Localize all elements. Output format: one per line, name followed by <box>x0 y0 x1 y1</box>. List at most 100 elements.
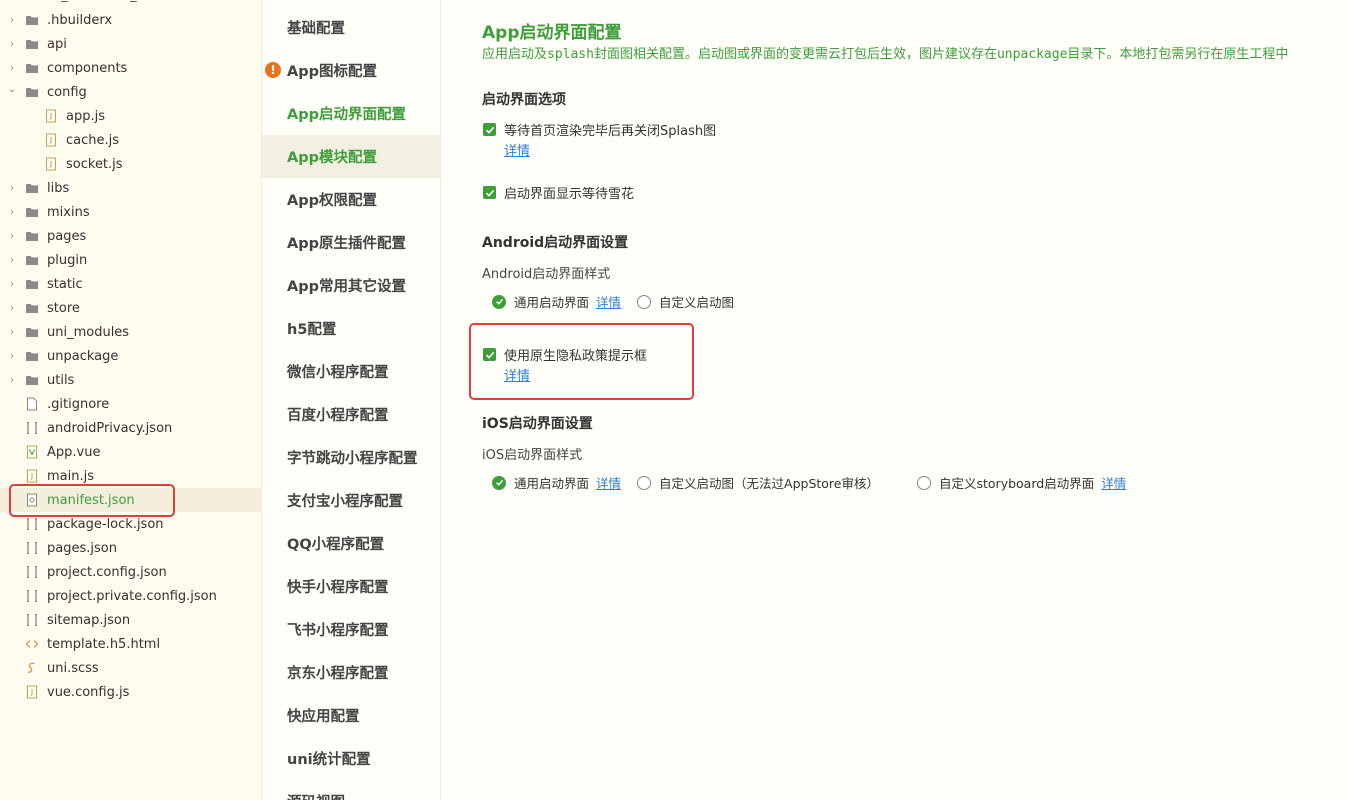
privacy-details-link[interactable]: 详情 <box>504 365 530 384</box>
nav-item[interactable]: 基础配置 <box>262 6 440 49</box>
nav-item[interactable]: 快手小程序配置 <box>262 565 440 608</box>
tree-folder[interactable]: › .hbuilderx <box>0 8 261 32</box>
chevron-right-icon[interactable]: › <box>7 327 17 338</box>
android-general-details-link[interactable]: 详情 <box>596 292 621 311</box>
chevron-right-icon[interactable]: › <box>7 303 17 314</box>
tree-item-name: static <box>47 276 83 292</box>
folder-icon <box>25 373 39 387</box>
tree-folder[interactable]: › mixins <box>0 200 261 224</box>
tree-folder[interactable]: › plugin <box>0 248 261 272</box>
nav-item[interactable]: ! App图标配置 <box>262 49 440 92</box>
tree-file[interactable]: sitemap.json <box>0 608 261 632</box>
tree-folder[interactable]: › unpackage <box>0 344 261 368</box>
chevron-right-icon[interactable]: › <box>7 375 17 386</box>
android-option-custom-label[interactable]: 自定义启动图 <box>659 292 734 311</box>
nav-item-label: 基础配置 <box>287 21 345 37</box>
tree-file[interactable]: cache.js <box>0 128 261 152</box>
folder-icon <box>25 253 39 267</box>
chevron-right-icon[interactable]: › <box>7 207 17 218</box>
nav-item-label: 京东小程序配置 <box>287 666 389 682</box>
ios-option-storyboard-label[interactable]: 自定义storyboard启动界面 <box>939 473 1094 492</box>
radio-selected-icon[interactable] <box>492 475 506 490</box>
nav-item[interactable]: h5配置 <box>262 307 440 350</box>
tree-item-name: project.private.config.json <box>47 588 217 604</box>
checkbox-checked-icon[interactable] <box>483 186 496 199</box>
nav-item[interactable]: uni统计配置 <box>262 737 440 780</box>
tree-folder[interactable]: › api <box>0 32 261 56</box>
project-root-label[interactable]: crmeb_merchant_h5 <box>0 0 261 4</box>
tree-item-name: socket.js <box>66 156 123 172</box>
json-file-icon <box>25 589 39 603</box>
radio-unselected-icon[interactable] <box>637 294 652 309</box>
chevron-right-icon[interactable]: › <box>7 183 17 194</box>
tree-folder[interactable]: › uni_modules <box>0 320 261 344</box>
tree-folder[interactable]: › components <box>0 56 261 80</box>
privacy-checkbox-row[interactable]: 使用原生隐私政策提示框 <box>483 345 647 364</box>
ios-option-custom-label[interactable]: 自定义启动图（无法过AppStore审核） <box>659 473 879 492</box>
radio-selected-icon[interactable] <box>492 294 506 309</box>
nav-item[interactable]: 支付宝小程序配置 <box>262 479 440 522</box>
privacy-label: 使用原生隐私政策提示框 <box>504 349 648 364</box>
tree-file[interactable]: App.vue <box>0 440 261 464</box>
tree-item-name: unpackage <box>47 348 119 364</box>
tree-file[interactable]: app.js <box>0 104 261 128</box>
nav-item[interactable]: App启动界面配置 <box>262 92 440 135</box>
tree-folder[interactable]: › utils <box>0 368 261 392</box>
chevron-right-icon[interactable]: › <box>7 15 17 26</box>
nav-item[interactable]: App原生插件配置 <box>262 221 440 264</box>
tree-file[interactable]: androidPrivacy.json <box>0 416 261 440</box>
tree-folder[interactable]: › static <box>0 272 261 296</box>
tree-file[interactable]: template.h5.html <box>0 632 261 656</box>
wait-render-checkbox-row[interactable]: 等待首页渲染完毕后再关闭Splash图 <box>483 120 716 139</box>
tree-item-name: api <box>47 36 67 52</box>
nav-item[interactable]: 百度小程序配置 <box>262 393 440 436</box>
nav-item[interactable]: 微信小程序配置 <box>262 350 440 393</box>
nav-item[interactable]: 飞书小程序配置 <box>262 608 440 651</box>
chevron-right-icon[interactable]: › <box>7 255 17 266</box>
json-file-icon <box>25 421 39 435</box>
chevron-down-icon[interactable]: ⌄ <box>7 84 17 95</box>
wait-render-details-link[interactable]: 详情 <box>504 140 530 159</box>
tree-item-name: package-lock.json <box>47 516 164 532</box>
radio-unselected-icon[interactable] <box>637 475 652 490</box>
nav-item[interactable]: App模块配置 <box>262 135 440 178</box>
nav-item-label: 百度小程序配置 <box>287 408 389 424</box>
tree-item-name: pages <box>47 228 87 244</box>
chevron-right-icon[interactable]: › <box>7 279 17 290</box>
tree-file[interactable]: pages.json <box>0 536 261 560</box>
tree-file[interactable]: uni.scss <box>0 656 261 680</box>
radio-unselected-icon[interactable] <box>917 475 931 490</box>
nav-item-label: uni统计配置 <box>287 752 371 768</box>
tree-folder[interactable]: › store <box>0 296 261 320</box>
tree-file[interactable]: vue.config.js <box>0 680 261 704</box>
tree-folder[interactable]: › libs <box>0 176 261 200</box>
nav-item[interactable]: QQ小程序配置 <box>262 522 440 565</box>
nav-item[interactable]: 京东小程序配置 <box>262 651 440 694</box>
tree-file[interactable]: .gitignore <box>0 392 261 416</box>
tree-folder[interactable]: ⌄ config <box>0 80 261 104</box>
tree-file[interactable]: project.config.json <box>0 560 261 584</box>
chevron-right-icon[interactable]: › <box>7 63 17 74</box>
nav-item[interactable]: 源码视图 <box>262 780 440 800</box>
chevron-right-icon[interactable]: › <box>7 39 17 50</box>
chevron-right-icon[interactable]: › <box>7 351 17 362</box>
nav-item[interactable]: App权限配置 <box>262 178 440 221</box>
tree-file[interactable]: project.private.config.json <box>0 584 261 608</box>
ios-option-general-label[interactable]: 通用启动界面 <box>514 473 589 492</box>
show-snow-checkbox-row[interactable]: 启动界面显示等待雪花 <box>483 183 634 202</box>
nav-item[interactable]: 字节跳动小程序配置 <box>262 436 440 479</box>
tree-file[interactable]: socket.js <box>0 152 261 176</box>
tree-item-name: .gitignore <box>47 396 110 412</box>
ios-general-details-link[interactable]: 详情 <box>596 473 621 492</box>
android-option-general-label[interactable]: 通用启动界面 <box>514 292 589 311</box>
chevron-right-icon[interactable]: › <box>7 231 17 242</box>
ios-storyboard-details-link[interactable]: 详情 <box>1101 473 1126 492</box>
tree-item-name: uni.scss <box>47 660 99 676</box>
nav-item[interactable]: App常用其它设置 <box>262 264 440 307</box>
checkbox-checked-icon[interactable] <box>483 348 496 361</box>
tree-folder[interactable]: › pages <box>0 224 261 248</box>
nav-item[interactable]: 快应用配置 <box>262 694 440 737</box>
checkbox-checked-icon[interactable] <box>483 123 496 136</box>
